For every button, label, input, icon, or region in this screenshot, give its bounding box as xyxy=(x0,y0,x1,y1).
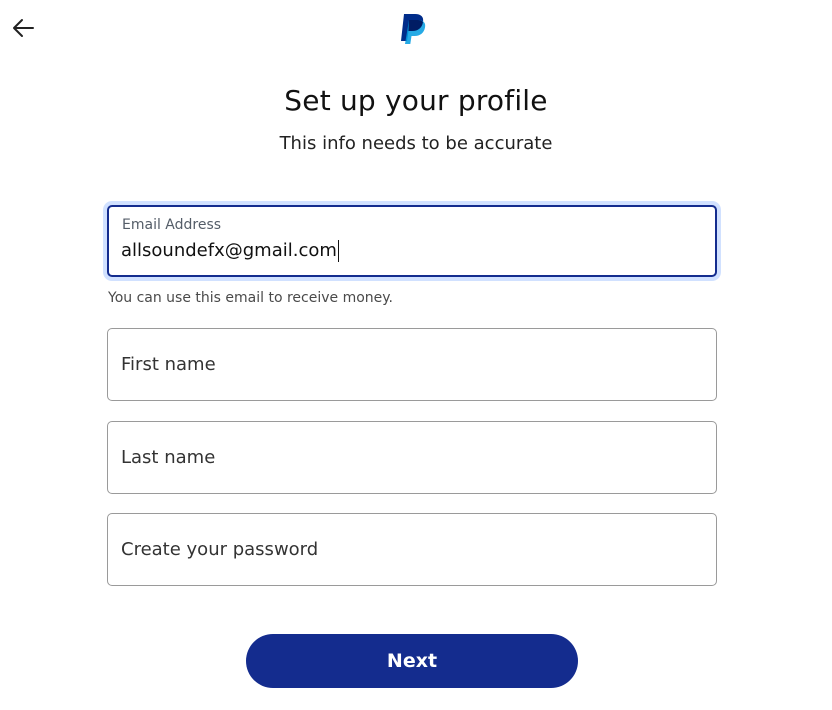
email-input[interactable]: allsoundefx@gmail.com xyxy=(121,240,701,262)
password-placeholder: Create your password xyxy=(121,539,319,560)
first-name-placeholder: First name xyxy=(121,354,216,375)
email-input-value: allsoundefx@gmail.com xyxy=(121,240,337,261)
paypal-logo-icon xyxy=(401,14,426,44)
paypal-logo xyxy=(398,12,428,46)
email-field-label: Email Address xyxy=(122,217,222,233)
email-field[interactable]: Email Address allsoundefx@gmail.com xyxy=(107,205,717,277)
password-field[interactable]: Create your password xyxy=(107,513,717,586)
last-name-field[interactable]: Last name xyxy=(107,421,717,494)
last-name-placeholder: Last name xyxy=(121,447,216,468)
page-subtitle: This info needs to be accurate xyxy=(279,133,553,154)
arrow-left-icon xyxy=(13,19,34,37)
page-title: Set up your profile xyxy=(284,84,548,117)
text-caret xyxy=(337,240,339,262)
first-name-field[interactable]: First name xyxy=(107,328,717,401)
back-button[interactable] xyxy=(10,16,36,40)
next-button[interactable]: Next xyxy=(246,634,578,688)
email-helper-text: You can use this email to receive money. xyxy=(108,290,394,306)
profile-setup-page: Set up your profile This info needs to b… xyxy=(0,0,832,710)
